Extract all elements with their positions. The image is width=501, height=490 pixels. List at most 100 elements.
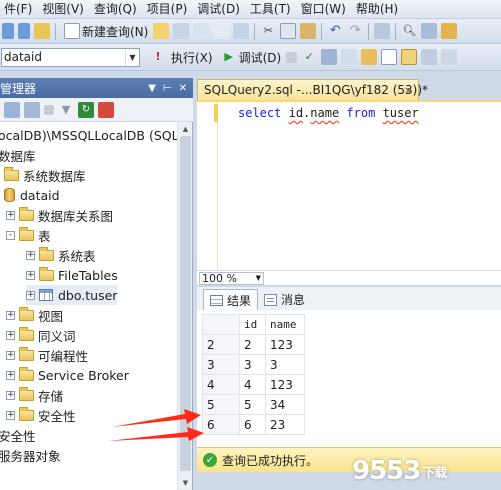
table-row[interactable]: 4 4 123 [202,374,305,395]
xmla-query-icon[interactable] [213,23,230,39]
name-cell[interactable]: 34 [265,394,305,415]
tree-node[interactable]: + 数据库关系图 [6,205,113,225]
name-cell[interactable]: 123 [265,334,305,355]
results-to-grid-icon[interactable] [381,49,398,65]
display-plan-icon[interactable] [341,49,358,65]
paste-icon[interactable] [300,23,317,39]
tree-node[interactable]: + FileTables [26,265,118,285]
database-select[interactable]: dataid ▼ [1,47,140,67]
tree-node[interactable]: -表 [6,225,51,245]
expand-icon[interactable]: + [6,370,15,380]
cut-icon[interactable]: ✂ [260,23,276,39]
parse-icon[interactable]: ✓ [301,49,317,65]
pin-icon[interactable]: ⊢ [163,83,172,94]
mdx-query-icon[interactable] [193,23,210,39]
tree-node[interactable]: + 视图 [6,305,63,325]
name-cell[interactable]: 3 [265,354,305,375]
close-icon[interactable]: ✕ [179,83,187,94]
expand-icon[interactable]: + [6,330,15,340]
id-cell[interactable]: 5 [239,394,266,415]
table-row[interactable]: 333 [202,354,305,375]
tree-node[interactable]: + 系统表 [26,245,96,265]
expand-icon[interactable]: + [6,410,15,420]
table-row[interactable]: 5 5 34 [202,394,305,415]
disconnect-icon[interactable] [24,101,40,118]
comment-icon[interactable] [421,49,438,65]
row-number-cell[interactable]: 6 [202,414,240,435]
menu-project[interactable]: 项目(P) [142,1,193,18]
sql-code-line[interactable]: select id.name from tuser [238,106,419,120]
tree-node[interactable]: + Service Broker [6,365,129,385]
name-cell[interactable]: 23 [265,414,305,435]
analysis-query-icon[interactable] [173,23,190,39]
dax-query-icon[interactable] [233,23,250,39]
close-icon[interactable]: × [404,84,413,97]
collapse-icon[interactable]: - [6,230,15,240]
debug-button[interactable]: ▶ 调试(D) [216,49,285,66]
navigate-icon[interactable] [374,23,391,39]
menu-help[interactable]: 帮助(H) [351,1,403,18]
tab-results[interactable]: 结果 [203,289,259,310]
tree-node[interactable]: 系统数据库 [4,165,86,185]
tree-node[interactable]: + 存储 [6,385,63,405]
column-header-id[interactable]: id [239,314,266,335]
connect-icon[interactable] [4,101,20,118]
expand-icon[interactable]: + [26,270,35,280]
undo-icon[interactable]: ↶ [327,23,343,39]
chevron-down-icon[interactable]: ▼ [148,83,156,94]
expand-icon[interactable]: + [26,290,35,300]
refresh-icon[interactable]: ↻ [78,101,94,118]
scroll-down-icon[interactable]: ▼ [178,476,193,490]
id-cell[interactable]: 4 [239,374,266,395]
scrollbar-thumb[interactable] [180,136,191,471]
sql-editor[interactable]: select id.name from tuser [197,100,501,270]
id-cell[interactable]: 2 [239,334,266,355]
redo-icon[interactable]: ↷ [347,23,363,39]
name-cell[interactable]: 123 [265,374,305,395]
new-query-button[interactable]: 新建查询(N) [59,23,151,40]
menu-view[interactable]: 视图(V) [37,1,89,18]
find-icon[interactable]: 🔍︎ [401,23,417,39]
table-row[interactable]: 2 2 123 [202,334,305,355]
activity-monitor-icon[interactable] [98,101,114,118]
tree-node[interactable]: + 同义词 [6,325,76,345]
tree-node[interactable]: 数据库 [0,145,36,165]
id-cell[interactable]: 3 [239,354,266,375]
results-to-text-icon[interactable] [361,49,378,65]
uncomment-icon[interactable] [441,49,458,65]
row-number-cell[interactable]: 5 [202,394,240,415]
results-grid[interactable]: id name 2 2 123 3 3 3 4 4 123 5 5 34 6 6 23 [197,310,501,447]
properties-icon[interactable] [441,23,458,39]
forward-icon[interactable] [18,23,30,39]
zoom-select[interactable]: 100 % ▼ [199,271,264,285]
query-document-tab[interactable]: SQLQuery2.sql -...BI1QG\yf182 (53))* × [197,79,428,100]
scroll-up-icon[interactable]: ▲ [178,122,193,136]
tree-node[interactable]: 安全性 [0,425,36,445]
table-row[interactable]: 6 6 23 [202,414,305,435]
tree-node[interactable]: + 可编程性 [6,345,88,365]
menu-debug[interactable]: 调试(D) [192,1,245,18]
expand-icon[interactable]: + [6,390,15,400]
stop-icon[interactable] [44,104,54,115]
tree-node[interactable]: 服务器对象 [0,445,61,465]
expand-icon[interactable]: + [6,310,15,320]
menu-query[interactable]: 查询(Q) [89,1,142,18]
results-to-file-icon[interactable] [401,49,418,65]
tree-node[interactable]: + 安全性 [6,405,76,425]
tab-messages[interactable]: 消息 [258,289,311,310]
row-number-cell[interactable]: 4 [202,374,240,395]
tree-node[interactable]: ocalDB)\MSSQLLocalDB (SQL S [0,125,178,145]
menu-file[interactable]: 件(F) [0,1,37,18]
back-icon[interactable] [2,23,14,39]
filter-icon[interactable]: ▼ [58,102,74,118]
tree-node[interactable]: dataid [4,185,60,205]
menu-tools[interactable]: 工具(T) [245,1,296,18]
chevron-down-icon[interactable]: ▼ [125,48,139,66]
stop-icon[interactable] [286,51,298,63]
id-cell[interactable]: 6 [239,414,266,435]
query-options-icon[interactable] [321,49,338,65]
execute-button[interactable]: 执行(X) [168,49,216,66]
copy-icon[interactable] [280,23,297,39]
expand-icon[interactable]: + [6,350,15,360]
column-header-name[interactable]: name [265,314,305,335]
